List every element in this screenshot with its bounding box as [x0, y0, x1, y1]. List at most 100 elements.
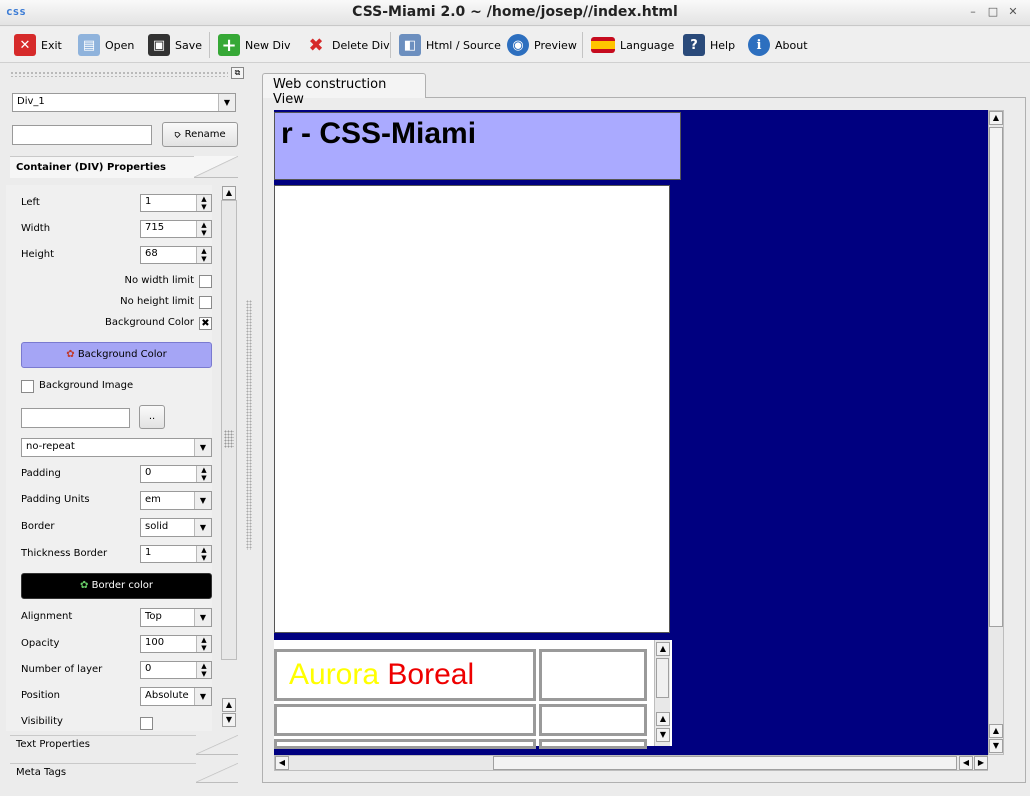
- scroll-thumb[interactable]: [656, 658, 669, 698]
- splitter-handle[interactable]: [246, 300, 252, 550]
- save-button[interactable]: ▣ Save: [146, 31, 204, 59]
- table-cell: [539, 649, 647, 701]
- background-repeat-select[interactable]: no-repeat ▼: [21, 438, 212, 457]
- spin-arrows-icon[interactable]: ▲ ▼: [196, 636, 211, 652]
- panel-grip[interactable]: [10, 71, 228, 77]
- table-scrollbar[interactable]: ▲ ▲ ▼: [654, 640, 670, 746]
- close-icon[interactable]: ✕: [1006, 5, 1020, 19]
- maximize-icon[interactable]: □: [986, 5, 1000, 19]
- spin-arrows-icon[interactable]: ▲ ▼: [196, 221, 211, 237]
- number-of-layer-spinbox[interactable]: 0 ▲ ▼: [140, 661, 212, 679]
- thickness-border-spinbox[interactable]: 1 ▲ ▼: [140, 545, 212, 563]
- scroll-up-icon[interactable]: ▲: [222, 698, 236, 712]
- preview-button[interactable]: ◉ Preview: [505, 31, 579, 59]
- plus-icon: +: [218, 34, 240, 56]
- scroll-down-icon[interactable]: ▼: [222, 713, 236, 727]
- open-button[interactable]: ▤ Open: [76, 31, 136, 59]
- background-image-path-input[interactable]: [21, 408, 130, 428]
- no-width-limit-checkbox[interactable]: [199, 275, 212, 288]
- scroll-thumb[interactable]: [493, 756, 957, 770]
- html-source-button[interactable]: ◧ Html / Source: [397, 31, 503, 59]
- alignment-select[interactable]: Top ▼: [140, 608, 212, 627]
- exit-icon: ✕: [14, 34, 36, 56]
- no-height-limit-checkbox[interactable]: [199, 296, 212, 309]
- toolbar-separator: [209, 32, 210, 58]
- tab-meta-tags[interactable]: Meta Tags: [10, 763, 210, 783]
- delete-div-button[interactable]: ✖ Delete Div: [303, 31, 392, 59]
- scroll-thumb[interactable]: [989, 127, 1003, 627]
- design-canvas[interactable]: r - CSS-Miami Aurora Boreal ▲ ▲ ▼: [274, 110, 990, 755]
- scroll-down-icon[interactable]: ▼: [989, 739, 1003, 753]
- color-picker-icon: ✿: [66, 349, 75, 360]
- spin-arrows-icon[interactable]: ▲ ▼: [196, 195, 211, 211]
- height-spinbox[interactable]: 68 ▲ ▼: [140, 246, 212, 264]
- scroll-up-icon[interactable]: ▲: [222, 186, 236, 200]
- window-title: CSS-Miami 2.0 ~ /home/josep//index.html: [352, 4, 678, 20]
- chevron-down-icon: ▼: [194, 609, 211, 626]
- chevron-down-icon: ▼: [194, 492, 211, 509]
- spin-arrows-icon[interactable]: ▲ ▼: [196, 546, 211, 562]
- div-select[interactable]: Div_1 ▼: [12, 93, 236, 112]
- visibility-label: Visibility: [21, 716, 63, 727]
- visibility-checkbox[interactable]: [140, 717, 153, 730]
- spin-arrows-icon[interactable]: ▲ ▼: [196, 247, 211, 263]
- alignment-label: Alignment: [21, 611, 73, 622]
- spin-arrows-icon[interactable]: ▲ ▼: [196, 466, 211, 482]
- no-height-limit-label: No height limit: [120, 296, 194, 307]
- save-icon: ▣: [148, 34, 170, 56]
- tab-corner: [194, 156, 238, 178]
- tab-text-properties[interactable]: Text Properties: [10, 735, 210, 755]
- background-color-button[interactable]: ✿ Background Color: [21, 342, 212, 368]
- rename-input[interactable]: [12, 125, 152, 145]
- tab-web-construction-view[interactable]: Web construction View: [262, 73, 426, 107]
- opacity-spinbox[interactable]: 100 ▲ ▼: [140, 635, 212, 653]
- padding-units-select[interactable]: em ▼: [140, 491, 212, 510]
- language-button[interactable]: Language: [589, 31, 676, 59]
- position-select[interactable]: Absolute ▼: [140, 687, 212, 706]
- background-color-checkbox[interactable]: ✖: [199, 317, 212, 330]
- background-image-checkbox[interactable]: [21, 380, 34, 393]
- scroll-left-icon[interactable]: ◀: [959, 756, 973, 770]
- content-div[interactable]: [274, 185, 670, 633]
- padding-units-label: Padding Units: [21, 494, 90, 505]
- scroll-up-icon[interactable]: ▲: [656, 712, 670, 726]
- undock-icon[interactable]: ⧉: [231, 67, 244, 79]
- thickness-border-label: Thickness Border: [21, 548, 108, 559]
- header-text: r - CSS-Miami: [281, 117, 477, 150]
- table-cell: [539, 704, 647, 736]
- scroll-left-icon[interactable]: ◀: [275, 756, 289, 770]
- opacity-label: Opacity: [21, 638, 60, 649]
- scroll-up-icon[interactable]: ▲: [989, 724, 1003, 738]
- tab-container-properties[interactable]: Container (DIV) Properties: [10, 156, 194, 178]
- canvas-vertical-scrollbar[interactable]: ▲ ▲ ▼: [988, 110, 1004, 755]
- padding-label: Padding: [21, 468, 61, 479]
- table-div[interactable]: Aurora Boreal ▲ ▲ ▼: [274, 640, 672, 749]
- exit-button[interactable]: ✕ Exit: [12, 31, 64, 59]
- help-button[interactable]: ? Help: [681, 31, 737, 59]
- padding-spinbox[interactable]: 0 ▲ ▼: [140, 465, 212, 483]
- new-div-button[interactable]: + New Div: [216, 31, 293, 59]
- rename-button[interactable]: ⌂Rename: [162, 122, 238, 147]
- left-label: Left: [21, 197, 40, 208]
- table-cell: [539, 739, 647, 749]
- spin-arrows-icon[interactable]: ▲ ▼: [196, 662, 211, 678]
- left-spinbox[interactable]: 1 ▲ ▼: [140, 194, 212, 212]
- tab-corner: [196, 763, 238, 783]
- tab-corner: [196, 735, 238, 755]
- number-of-layer-label: Number of layer: [21, 664, 103, 675]
- width-spinbox[interactable]: 715 ▲ ▼: [140, 220, 212, 238]
- about-button[interactable]: i About: [746, 31, 810, 59]
- scroll-down-icon[interactable]: ▼: [656, 728, 670, 742]
- globe-icon: ◉: [507, 34, 529, 56]
- header-div[interactable]: r - CSS-Miami: [274, 112, 681, 180]
- scroll-up-icon[interactable]: ▲: [989, 111, 1003, 125]
- border-color-button[interactable]: ✿ Border color: [21, 573, 212, 599]
- border-select[interactable]: solid ▼: [140, 518, 212, 537]
- browse-button[interactable]: ..: [139, 405, 165, 429]
- scroll-grip: [224, 430, 234, 448]
- canvas-horizontal-scrollbar[interactable]: ◀ ◀ ▶: [274, 755, 988, 771]
- minimize-icon[interactable]: –: [966, 5, 980, 19]
- scroll-right-icon[interactable]: ▶: [974, 756, 988, 770]
- background-image-label: Background Image: [39, 380, 134, 391]
- scroll-up-icon[interactable]: ▲: [656, 642, 670, 656]
